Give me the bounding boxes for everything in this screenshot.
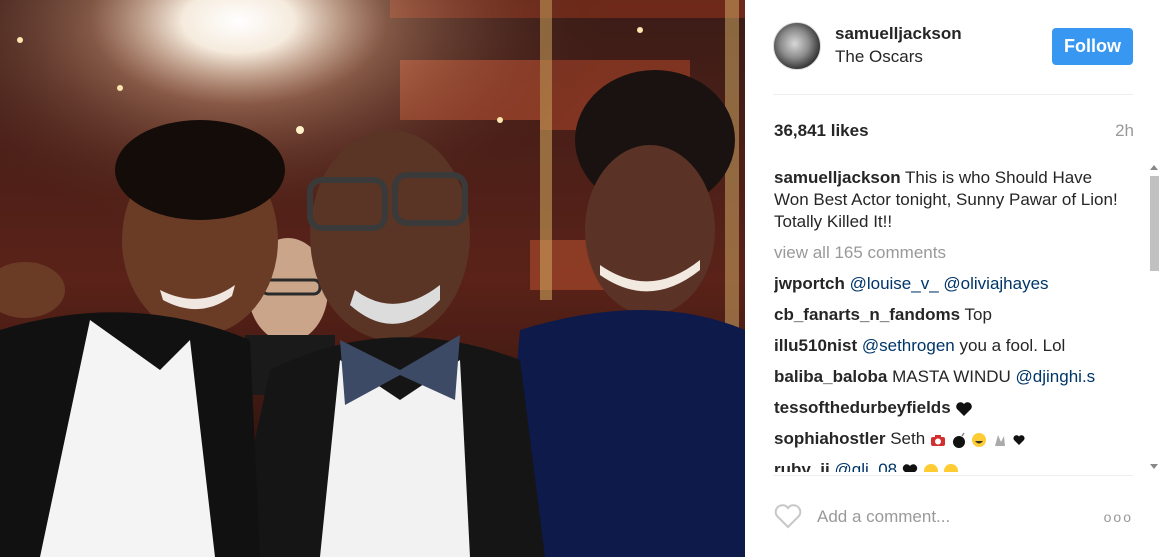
- caption-username[interactable]: samuelljackson: [774, 168, 901, 187]
- post-header: samuelljackson The Oscars Follow: [773, 20, 1133, 74]
- comment-mention[interactable]: @sethrogen: [862, 336, 955, 355]
- view-all-comments-link[interactable]: view all 165 comments: [774, 242, 1124, 264]
- caption: samuelljackson This is who Should Have W…: [774, 167, 1124, 233]
- crying-laugh-emoji: [944, 463, 959, 472]
- comment-item: tessofthedurbeyfields: [774, 397, 1124, 419]
- follow-button[interactable]: Follow: [1052, 28, 1133, 65]
- comment-mention[interactable]: @louise_v_: [850, 274, 939, 293]
- comment-username[interactable]: ruby_ii: [774, 460, 830, 472]
- footer-divider: [773, 475, 1133, 476]
- comment-username[interactable]: jwportch: [774, 274, 845, 293]
- more-options-icon[interactable]: ooo: [1104, 509, 1133, 525]
- black-heart-emoji: [956, 401, 973, 416]
- comment-item: ruby_ii @gli_08: [774, 459, 1124, 472]
- small-heart-emoji: [1013, 434, 1025, 445]
- selfie-photo-illustration: [0, 0, 745, 557]
- comment-username[interactable]: illu510nist: [774, 336, 857, 355]
- scrollbar-thumb[interactable]: [1150, 176, 1159, 271]
- scroll-up-arrow-icon[interactable]: [1150, 165, 1158, 170]
- comment-text: you a fool. Lol: [959, 336, 1066, 355]
- comment-item: cb_fanarts_n_fandoms Top: [774, 304, 1124, 326]
- comment-text: Top: [964, 305, 992, 324]
- location-link[interactable]: The Oscars: [835, 47, 923, 67]
- bomb-emoji: [952, 432, 965, 448]
- likes-count[interactable]: 36,841 likes: [774, 121, 869, 141]
- comment-text: MASTA WINDU: [892, 367, 1011, 386]
- username-link[interactable]: samuelljackson: [835, 24, 962, 44]
- heart-icon[interactable]: [773, 502, 803, 530]
- comment-username[interactable]: sophiahostler: [774, 429, 885, 448]
- post-timestamp[interactable]: 2h: [1115, 121, 1134, 141]
- comment-username[interactable]: baliba_baloba: [774, 367, 887, 386]
- comments-list[interactable]: samuelljackson This is who Should Have W…: [774, 167, 1146, 472]
- camera-emoji: [930, 434, 945, 446]
- comment-username[interactable]: cb_fanarts_n_fandoms: [774, 305, 960, 324]
- comment-mention[interactable]: @oliviajhayes: [943, 274, 1048, 293]
- comment-username[interactable]: tessofthedurbeyfields: [774, 398, 951, 417]
- add-comment-input[interactable]: Add a comment...: [817, 507, 950, 527]
- comment-item: sophiahostler Seth: [774, 428, 1124, 450]
- comment-item: jwportch @louise_v_ @oliviajhayes: [774, 273, 1124, 295]
- add-comment-row: Add a comment... ooo: [773, 500, 1133, 534]
- hand-emoji: [995, 434, 1006, 446]
- black-heart-emoji: [902, 464, 917, 472]
- comments-scrollbar[interactable]: [1148, 162, 1161, 472]
- comment-mention[interactable]: @gli_08: [834, 460, 897, 472]
- scroll-down-arrow-icon[interactable]: [1150, 464, 1158, 469]
- post-details-panel: samuelljackson The Oscars Follow 36,841 …: [745, 0, 1163, 557]
- header-divider: [773, 94, 1133, 95]
- post-photo[interactable]: [0, 0, 745, 557]
- avatar[interactable]: [773, 22, 821, 70]
- crying-laugh-emoji: [923, 463, 938, 472]
- grin-emoji: [972, 432, 987, 447]
- comment-text: Seth: [890, 429, 926, 448]
- comment-mention[interactable]: @djinghi.s: [1016, 367, 1096, 386]
- comment-item: baliba_baloba MASTA WINDU @djinghi.s: [774, 366, 1124, 388]
- comment-item: illu510nist @sethrogen you a fool. Lol: [774, 335, 1124, 357]
